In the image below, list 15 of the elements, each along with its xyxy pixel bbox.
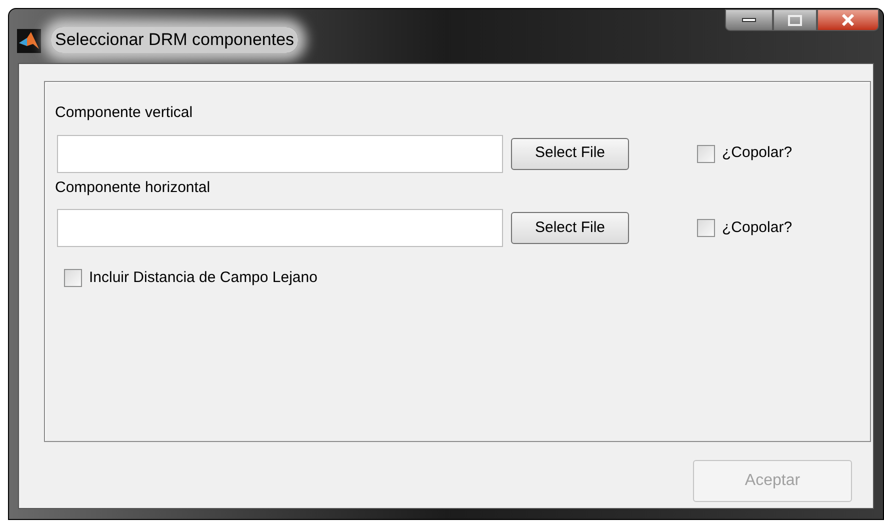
select-file-button[interactable]: Select File (511, 138, 629, 170)
checkbox[interactable]: Incluir Distancia de Campo Lejano (64, 267, 870, 290)
file-path-field[interactable] (57, 134, 503, 172)
checkbox[interactable]: ¿Copolar? (697, 216, 792, 240)
select-file-button[interactable]: Select File (511, 212, 629, 244)
app-logo-icon (17, 29, 41, 53)
close-button[interactable] (817, 9, 879, 31)
minimize-button[interactable] (725, 9, 773, 31)
checkbox[interactable]: ¿Copolar? (697, 142, 792, 165)
field-label: Componente horizontal (55, 178, 212, 198)
window-title: Seleccionar DRM componentes (51, 27, 298, 53)
maximize-button[interactable] (773, 9, 817, 31)
file-path-field[interactable] (57, 209, 503, 247)
close-icon (841, 14, 855, 26)
field-label: Componente vertical (55, 103, 194, 123)
